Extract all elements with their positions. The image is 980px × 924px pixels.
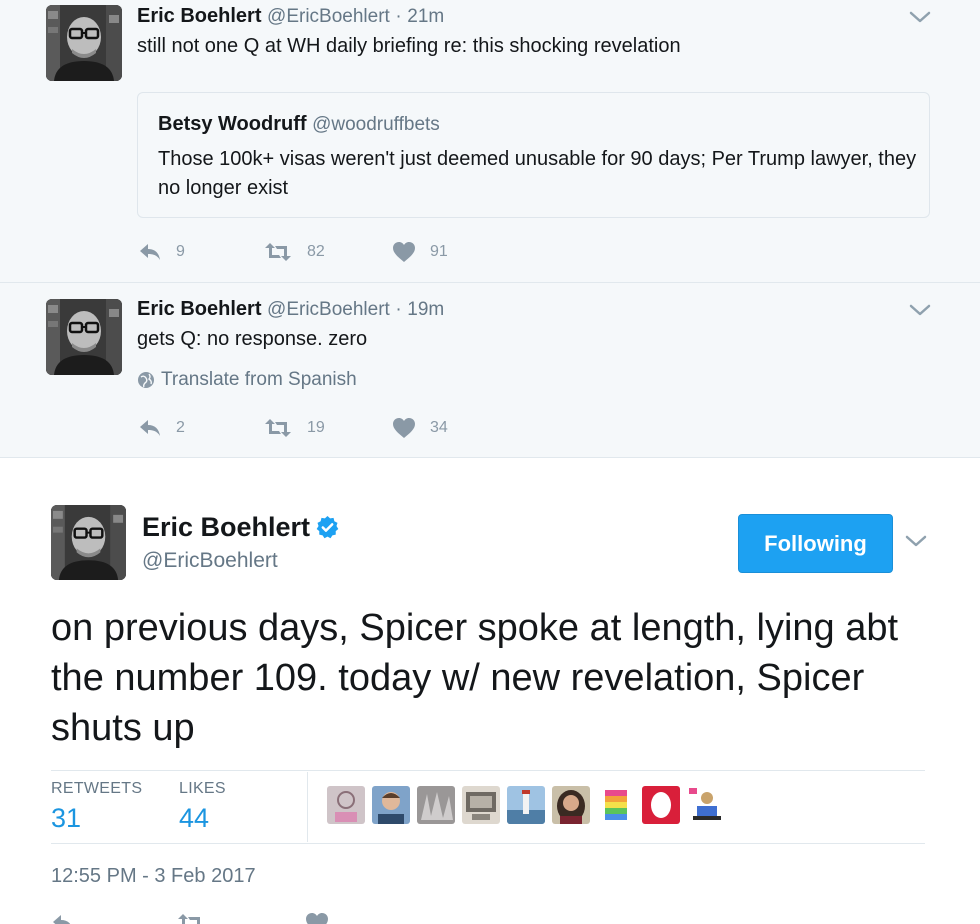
avatar-image [46,299,122,375]
author-name[interactable]: Eric Boehlert [137,5,261,27]
following-button[interactable]: Following [738,514,893,573]
chevron-down-icon[interactable] [909,303,931,317]
author-name[interactable]: Eric Boehlert [137,298,261,320]
liker-avatar[interactable] [327,786,365,824]
tweet-text: still not one Q at WH daily briefing re:… [137,35,681,57]
like-count: 91 [430,243,448,260]
liker-avatar[interactable] [552,786,590,824]
tweet-header: Eric Boehlert @EricBoehlert · 19m [137,298,444,321]
like-button[interactable] [305,912,343,924]
author-handle[interactable]: @EricBoehlert [142,549,278,573]
author-name-row[interactable]: Eric Boehlert [142,512,340,543]
like-button[interactable]: 91 [392,241,448,263]
retweet-icon [263,242,293,262]
divider [51,843,925,844]
tweet-text: gets Q: no response. zero [137,328,368,350]
tweet-timestamp[interactable]: 12:55 PM - 3 Feb 2017 [51,865,256,888]
liker-avatar[interactable] [597,786,635,824]
tweet-header: Eric Boehlert @EricBoehlert · 21m [137,5,444,28]
separator: · [395,6,402,27]
reply-icon [51,913,75,924]
retweet-button[interactable]: 19 [263,417,325,439]
likes-label: LIKES [179,780,226,797]
likers-avatars [327,786,732,826]
liker-avatar[interactable] [507,786,545,824]
separator: · [395,299,402,320]
divider [51,770,925,771]
retweet-icon [176,913,206,924]
retweet-button[interactable]: 82 [263,241,325,263]
likes-stat[interactable]: LIKES 44 [179,780,226,834]
heart-icon [392,417,416,439]
reply-count: 2 [176,419,185,436]
reply-button[interactable] [51,912,89,924]
globe-icon [138,372,154,388]
tweet-time[interactable]: 21m [407,6,444,27]
chevron-down-icon[interactable] [905,534,927,548]
reply-count: 9 [176,243,185,260]
tweet-time[interactable]: 19m [407,299,444,320]
liker-avatar[interactable] [642,786,680,824]
author-handle[interactable]: @EricBoehlert [267,299,390,320]
reply-button[interactable]: 2 [138,417,185,439]
translate-label: Translate from Spanish [161,369,357,390]
retweet-count: 19 [307,419,325,436]
liker-avatar[interactable] [417,786,455,824]
quoted-tweet[interactable]: Betsy Woodruff @woodruffbets Those 100k+… [137,92,930,218]
author-name[interactable]: Eric Boehlert [142,512,310,543]
avatar-image [51,505,126,580]
quoted-tweet-text: Those 100k+ visas weren't just deemed un… [158,148,917,199]
retweet-button[interactable] [176,912,220,924]
retweets-label: RETWEETS [51,780,143,797]
retweets-stat[interactable]: RETWEETS 31 [51,780,142,834]
author-handle[interactable]: @EricBoehlert [267,6,390,27]
translate-link[interactable]: Translate from Spanish [137,369,357,391]
heart-icon [392,241,416,263]
divider [307,772,308,842]
permalink-tweet: Eric Boehlert @EricBoehlert Following on… [0,458,980,924]
retweet-icon [263,418,293,438]
retweets-count: 31 [51,803,82,833]
liker-avatar[interactable] [372,786,410,824]
thread-tweet[interactable]: Eric Boehlert @EricBoehlert · 19m gets Q… [0,283,980,458]
reply-button[interactable]: 9 [138,241,185,263]
liker-avatar[interactable] [687,786,725,824]
avatar[interactable] [46,5,122,81]
verified-badge-icon [316,516,339,539]
liker-avatar[interactable] [462,786,500,824]
thread-tweet[interactable]: Eric Boehlert @EricBoehlert · 21m still … [0,0,980,283]
like-button[interactable]: 34 [392,417,448,439]
reply-icon [138,242,162,262]
avatar-image [46,5,122,81]
quoted-tweet-header: Betsy Woodruff @woodruffbets [158,113,440,136]
like-count: 34 [430,419,448,436]
retweet-count: 82 [307,243,325,260]
quoted-author-name: Betsy Woodruff [158,113,307,135]
likes-count: 44 [179,803,210,833]
quoted-author-handle: @woodruffbets [312,114,440,135]
tweet-text: on previous days, Spicer spoke at length… [51,607,899,749]
avatar[interactable] [51,505,126,580]
heart-icon [305,912,329,924]
avatar[interactable] [46,299,122,375]
chevron-down-icon[interactable] [909,10,931,24]
conversation-thread: Eric Boehlert @EricBoehlert · 21m still … [0,0,980,458]
reply-icon [138,418,162,438]
